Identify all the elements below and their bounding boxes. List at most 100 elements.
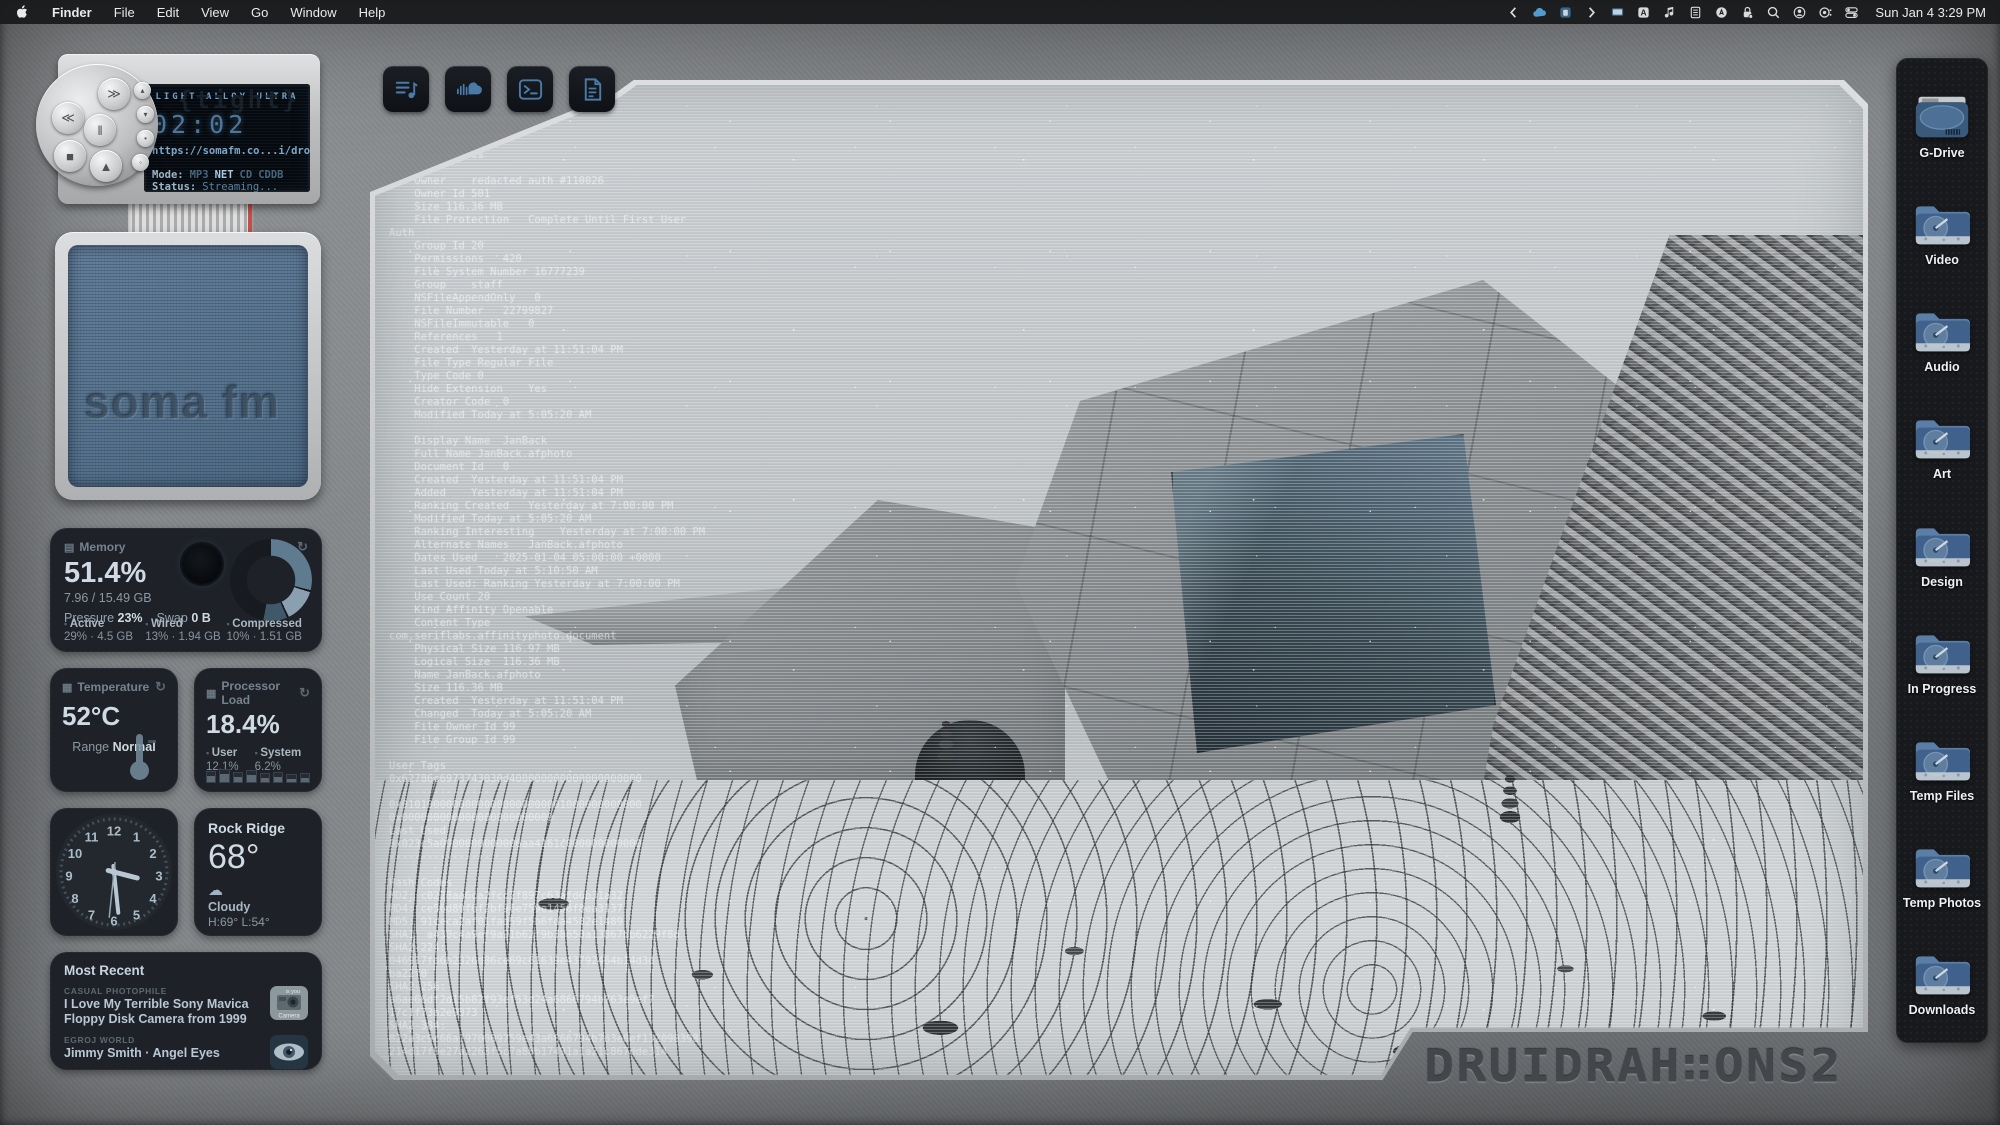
screen-record-icon[interactable] [1817, 5, 1834, 20]
terminal-line: Physical Size 116.97 MB [389, 643, 1149, 656]
refresh-icon[interactable]: ↻ [299, 685, 310, 701]
terminal-line: Use Count 20 [389, 591, 1149, 604]
audio-player: {tight}LIGHT ALLOY ULTRA 02:02 https://s… [58, 54, 320, 204]
menu-item[interactable]: Go [241, 5, 278, 20]
menu-item[interactable]: View [191, 5, 239, 20]
terminal-line: Permissions 420 [389, 253, 1149, 266]
terminal-line: Owner redacted auth #110026 [389, 175, 1149, 188]
news-item[interactable]: CASUAL PHOTOPHILE I Love My Terrible Son… [64, 986, 308, 1027]
terminal-line: NSFileAppendOnly 0 [389, 292, 1149, 305]
cpu-load-percent: 18.4% [206, 709, 310, 740]
logo-plate-text: DRUIDRAH∷ONS2 [1424, 1040, 1843, 1091]
terminal-line: Last Used [389, 825, 1149, 838]
menu-item[interactable]: File [104, 5, 145, 20]
memory-stat-compressed: Compressed10% · 1.51 GB [227, 618, 308, 643]
soundcloud-app-button[interactable] [445, 66, 491, 112]
apple-menu-icon[interactable] [14, 4, 30, 20]
desktop-icon-in-progress[interactable]: In Progress [1896, 630, 1988, 696]
news-item[interactable]: EGROJ WORLD Jimmy Smith · Angel Eyes [64, 1035, 308, 1069]
menu-item[interactable]: Help [349, 5, 396, 20]
desktop-icon-audio[interactable]: Audio [1896, 308, 1988, 374]
cpu-bar [286, 774, 296, 783]
terminal-line: File Protection Complete Until First Use… [389, 214, 1149, 227]
search-icon[interactable] [1765, 5, 1782, 20]
terminal-line: Kind Affinity Openable [389, 604, 1149, 617]
eject-button[interactable]: ▲ [90, 150, 122, 182]
volume-down-button[interactable]: ▾ [137, 106, 154, 123]
terminal-line: Hide Extension Yes [389, 383, 1149, 396]
desktop-icon-design[interactable]: Design [1896, 523, 1988, 589]
mute-button[interactable]: ◦ [132, 154, 149, 171]
terminal-line: 0x62786c6973743030d400000000000000000000 [389, 773, 1149, 786]
terminal-app-button[interactable] [507, 66, 553, 112]
drive-icon [1913, 94, 1971, 141]
desktop-icon-temp-files[interactable]: Temp Files [1896, 737, 1988, 803]
desktop-icon-strip: G-Drive Video Audio Art Design In Progre… [1896, 58, 1988, 1043]
desktop-icon-g-drive[interactable]: G-Drive [1896, 94, 1988, 160]
display-icon[interactable] [1609, 5, 1626, 20]
temperature-value: 52°C [62, 701, 166, 732]
terminal-line: 822a3c9c66a7970009759e43a6866794b763e0ef… [389, 1033, 1149, 1046]
refresh-icon[interactable]: ↻ [155, 679, 166, 695]
memory-stat-wired: Wired13% · 1.94 GB [145, 618, 226, 643]
document-app-button[interactable] [569, 66, 615, 112]
cloud-icon[interactable] [1531, 5, 1548, 20]
chevron-right-icon[interactable] [1583, 5, 1600, 20]
mode-cd: CD [240, 169, 253, 181]
account-icon[interactable] [1791, 5, 1808, 20]
notes-icon[interactable] [1687, 5, 1704, 20]
folder-icon [1913, 415, 1971, 462]
player-status-row: Status:Streaming... [152, 181, 302, 192]
terminal-line: Group Id 20 [389, 240, 1149, 253]
volume-up-button[interactable]: ▴ [134, 82, 151, 99]
chevron-left-icon[interactable] [1505, 5, 1522, 20]
news-widget: Most Recent CASUAL PHOTOPHILE I Love My … [50, 952, 322, 1070]
news-headline: Jimmy Smith · Angel Eyes [64, 1046, 260, 1061]
rewind-button[interactable]: ≪ [52, 102, 84, 134]
terminal-overlay: File Attributes Owner redacted auth #110… [389, 149, 1149, 1059]
control-center-icon[interactable] [1843, 5, 1860, 20]
terminal-line: Group staff [389, 279, 1149, 292]
lock-icon[interactable] [1739, 5, 1756, 20]
terminal-line: Type Code 0 [389, 370, 1149, 383]
menu-item[interactable]: Finder [42, 5, 102, 20]
text-app-icon[interactable]: A [1635, 5, 1652, 20]
terminal-line: File Group Id 99 [389, 734, 1149, 747]
terminal-line: Dates Used 2025-01-04 05:00:00 +0000 [389, 552, 1149, 565]
desktop-icon-downloads[interactable]: Downloads [1896, 951, 1988, 1017]
terminal-line: Content Type [389, 617, 1149, 630]
terminal-line: 17c1f73a2e9373 [389, 1007, 1149, 1020]
terminal-line: Last Used: Ranking Yesterday at 7:00:00 … [389, 578, 1149, 591]
desktop-icon-video[interactable]: Video [1896, 201, 1988, 267]
music-note-icon[interactable] [1661, 5, 1678, 20]
app-badge-icon[interactable] [1557, 5, 1574, 20]
desktop-icon-art[interactable]: Art [1896, 415, 1988, 481]
pause-button[interactable]: ‖ [84, 114, 116, 146]
app-store-icon[interactable] [1713, 5, 1730, 20]
music-playlist-app-button[interactable] [383, 66, 429, 112]
weather-high-low: H:69° L:54° [208, 915, 308, 929]
info-button[interactable]: • [137, 130, 154, 147]
terminal-line: Auth [389, 227, 1149, 240]
clock-numeral: 6 [110, 914, 117, 929]
terminal-line: SHA2-256: [389, 981, 1149, 994]
desktop: FinderFileEditViewGoWindowHelp A Sun Jan… [0, 0, 2000, 1125]
menubar-clock[interactable]: Sun Jan 4 3:29 PM [1875, 5, 1986, 20]
stop-button[interactable]: ■ [54, 140, 86, 172]
terminal-line: SHA1: a430c4a9ef9a91b62f9b38650a13867bb6… [389, 929, 1149, 942]
clock-numeral: 12 [107, 824, 121, 839]
terminal-line: 046917fd6b2326d86ce69c61639e43792464b14d… [389, 955, 1149, 968]
clock-numeral: 7 [88, 908, 95, 923]
soma-fm-screen: soma fm [55, 232, 321, 500]
player-lcd-display: {tight}LIGHT ALLOY ULTRA 02:02 https://s… [144, 84, 310, 192]
terminal-line: Created Yesterday at 11:51:04 PM [389, 474, 1149, 487]
fast-forward-button[interactable]: ≫ [98, 78, 130, 110]
weather-temperature: 68° [208, 838, 308, 877]
processor-widget: ▦Processor Load↻ 18.4% User12.1% System6… [194, 668, 322, 792]
menu-item[interactable]: Edit [147, 5, 189, 20]
analog-clock-widget: 121234567891011 [50, 808, 178, 936]
thermometer-icon [126, 734, 156, 780]
desktop-icon-temp-photos[interactable]: Temp Photos [1896, 844, 1988, 910]
menu-item[interactable]: Window [280, 5, 346, 20]
news-headline: I Love My Terrible Sony Mavica Floppy Di… [64, 997, 260, 1027]
